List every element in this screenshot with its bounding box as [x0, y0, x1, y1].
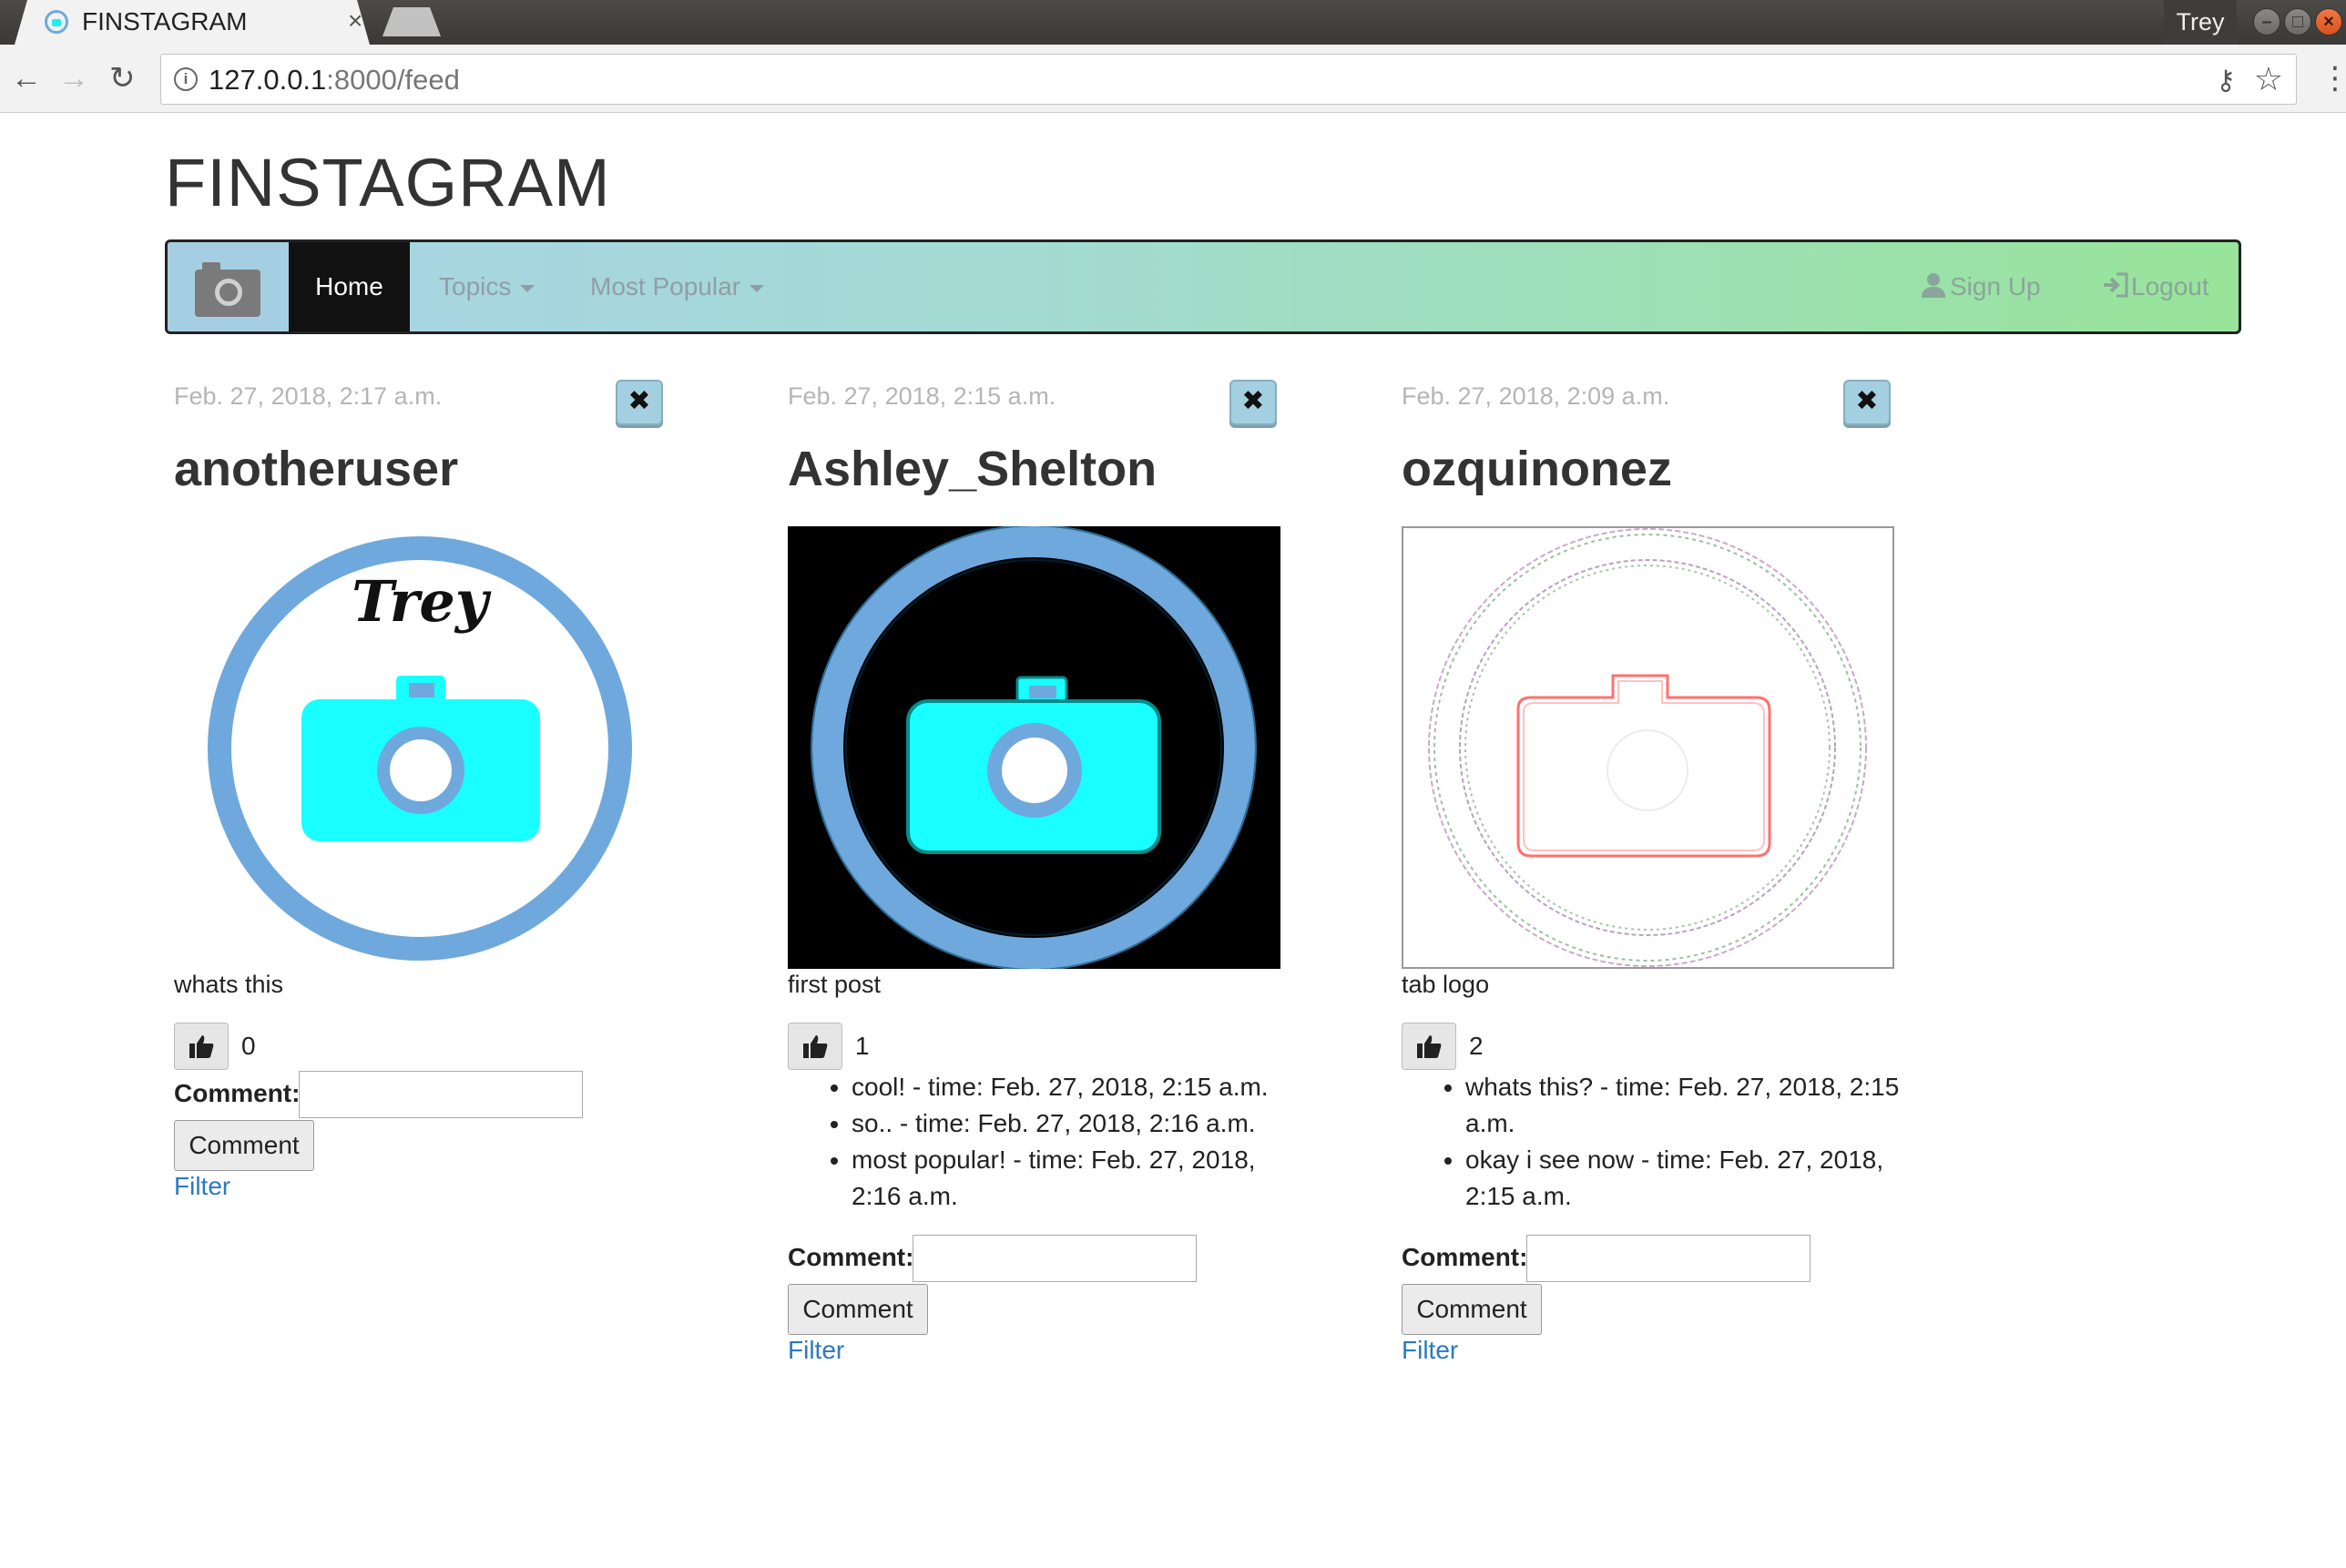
url-host: 127.0.0.1 — [209, 64, 327, 96]
key-icon[interactable]: ⚷ — [2216, 65, 2236, 97]
url-text[interactable]: 127.0.0.1:8000/feed — [209, 64, 460, 97]
browser-profile-button[interactable]: Trey — [2164, 0, 2237, 45]
camera-logo-icon[interactable] — [168, 242, 289, 331]
post-caption: first post — [788, 971, 882, 998]
thumbs-up-icon — [1417, 1035, 1442, 1058]
comment-label: Comment: — [1402, 1243, 1528, 1271]
comment-item: most popular! - time: Feb. 27, 2018, 2:1… — [852, 1142, 1289, 1215]
like-button[interactable] — [788, 1023, 842, 1070]
star-icon[interactable]: ☆ — [2254, 60, 2283, 98]
maximize-icon[interactable]: □ — [2284, 8, 2311, 36]
reload-icon[interactable]: ↻ — [109, 62, 136, 95]
comment-item: cool! - time: Feb. 27, 2018, 2:15 a.m. — [852, 1069, 1289, 1105]
caret-down-icon — [520, 284, 536, 292]
nav-topics-label: Topics — [439, 272, 512, 300]
filter-link[interactable]: Filter — [788, 1336, 844, 1365]
nav-logout[interactable]: Logout — [2102, 242, 2209, 331]
nav-home[interactable]: Home — [289, 242, 410, 331]
comment-submit-button[interactable]: Comment — [1402, 1284, 1542, 1335]
like-count: 2 — [1469, 1032, 1484, 1060]
filter-link[interactable]: Filter — [1402, 1336, 1458, 1365]
nav-sign-up[interactable]: Sign Up — [1921, 242, 2041, 331]
comment-list: whats this? - time: Feb. 27, 2018, 2:15 … — [1465, 1069, 1902, 1215]
post-caption: whats this — [174, 971, 284, 998]
like-count: 0 — [241, 1032, 256, 1060]
comment-label: Comment: — [788, 1243, 914, 1271]
like-count: 1 — [855, 1032, 870, 1060]
like-button[interactable] — [174, 1023, 229, 1070]
tab-title: FINSTAGRAM — [82, 7, 248, 36]
nav-topics-dropdown[interactable]: Topics — [439, 242, 536, 331]
sign-in-icon — [2104, 272, 2128, 298]
site-brand: FINSTAGRAM — [165, 145, 611, 220]
post-date: Feb. 27, 2018, 2:15 a.m. — [788, 382, 1056, 410]
minimize-icon[interactable]: – — [2253, 8, 2280, 36]
post-image: Trey — [174, 526, 667, 969]
delete-post-button[interactable]: ✖ — [1229, 380, 1277, 425]
nav-most-popular-label: Most Popular — [590, 272, 740, 300]
nav-most-popular-dropdown[interactable]: Most Popular — [590, 242, 764, 331]
nav-sign-up-label: Sign Up — [1950, 272, 2041, 300]
window-close-icon[interactable]: × — [2315, 8, 2342, 36]
post-image — [1402, 526, 1894, 969]
nav-logout-label: Logout — [2131, 272, 2209, 300]
post-caption: tab logo — [1402, 971, 1490, 998]
user-icon — [1922, 273, 1945, 298]
post-username[interactable]: anotheruser — [174, 441, 458, 497]
comment-item: so.. - time: Feb. 27, 2018, 2:16 a.m. — [852, 1105, 1289, 1142]
comment-item: whats this? - time: Feb. 27, 2018, 2:15 … — [1465, 1069, 1902, 1142]
filter-link[interactable]: Filter — [174, 1172, 230, 1201]
comment-submit-button[interactable]: Comment — [174, 1120, 314, 1171]
comment-input[interactable] — [299, 1071, 583, 1118]
delete-post-button[interactable]: ✖ — [1843, 380, 1891, 425]
comment-submit-button[interactable]: Comment — [788, 1284, 928, 1335]
post-date: Feb. 27, 2018, 2:09 a.m. — [1402, 382, 1670, 410]
post-username[interactable]: Ashley_Shelton — [788, 441, 1157, 497]
browser-menu-icon[interactable]: ⋮ — [2320, 60, 2346, 97]
back-arrow-icon[interactable]: ← — [11, 62, 42, 95]
url-path: :8000/feed — [326, 64, 460, 96]
address-bar[interactable]: i 127.0.0.1:8000/feed ⚷ ☆ — [160, 54, 2297, 105]
comment-label: Comment: — [174, 1079, 301, 1107]
site-navbar: Home Topics Most Popular Sign Up Logout — [165, 239, 2241, 334]
comment-input[interactable] — [1526, 1235, 1810, 1282]
post-username[interactable]: ozquinonez — [1402, 441, 1672, 497]
thumbs-up-icon — [189, 1035, 214, 1058]
like-button[interactable] — [1402, 1023, 1456, 1070]
post-image-text: Trey — [352, 568, 492, 635]
thumbs-up-icon — [803, 1035, 828, 1058]
comment-item: okay i see now - time: Feb. 27, 2018, 2:… — [1465, 1142, 1902, 1215]
browser-tab[interactable]: FINSTAGRAM × — [15, 0, 370, 45]
post-image — [788, 526, 1280, 969]
comment-input[interactable] — [913, 1235, 1197, 1282]
finstagram-favicon-icon — [45, 10, 68, 34]
forward-arrow-icon[interactable]: → — [58, 62, 89, 95]
caret-down-icon — [749, 284, 764, 292]
post-date: Feb. 27, 2018, 2:17 a.m. — [174, 382, 443, 410]
site-info-icon[interactable]: i — [174, 67, 198, 91]
delete-post-button[interactable]: ✖ — [616, 380, 663, 425]
comment-list: cool! - time: Feb. 27, 2018, 2:15 a.m. s… — [852, 1069, 1289, 1215]
